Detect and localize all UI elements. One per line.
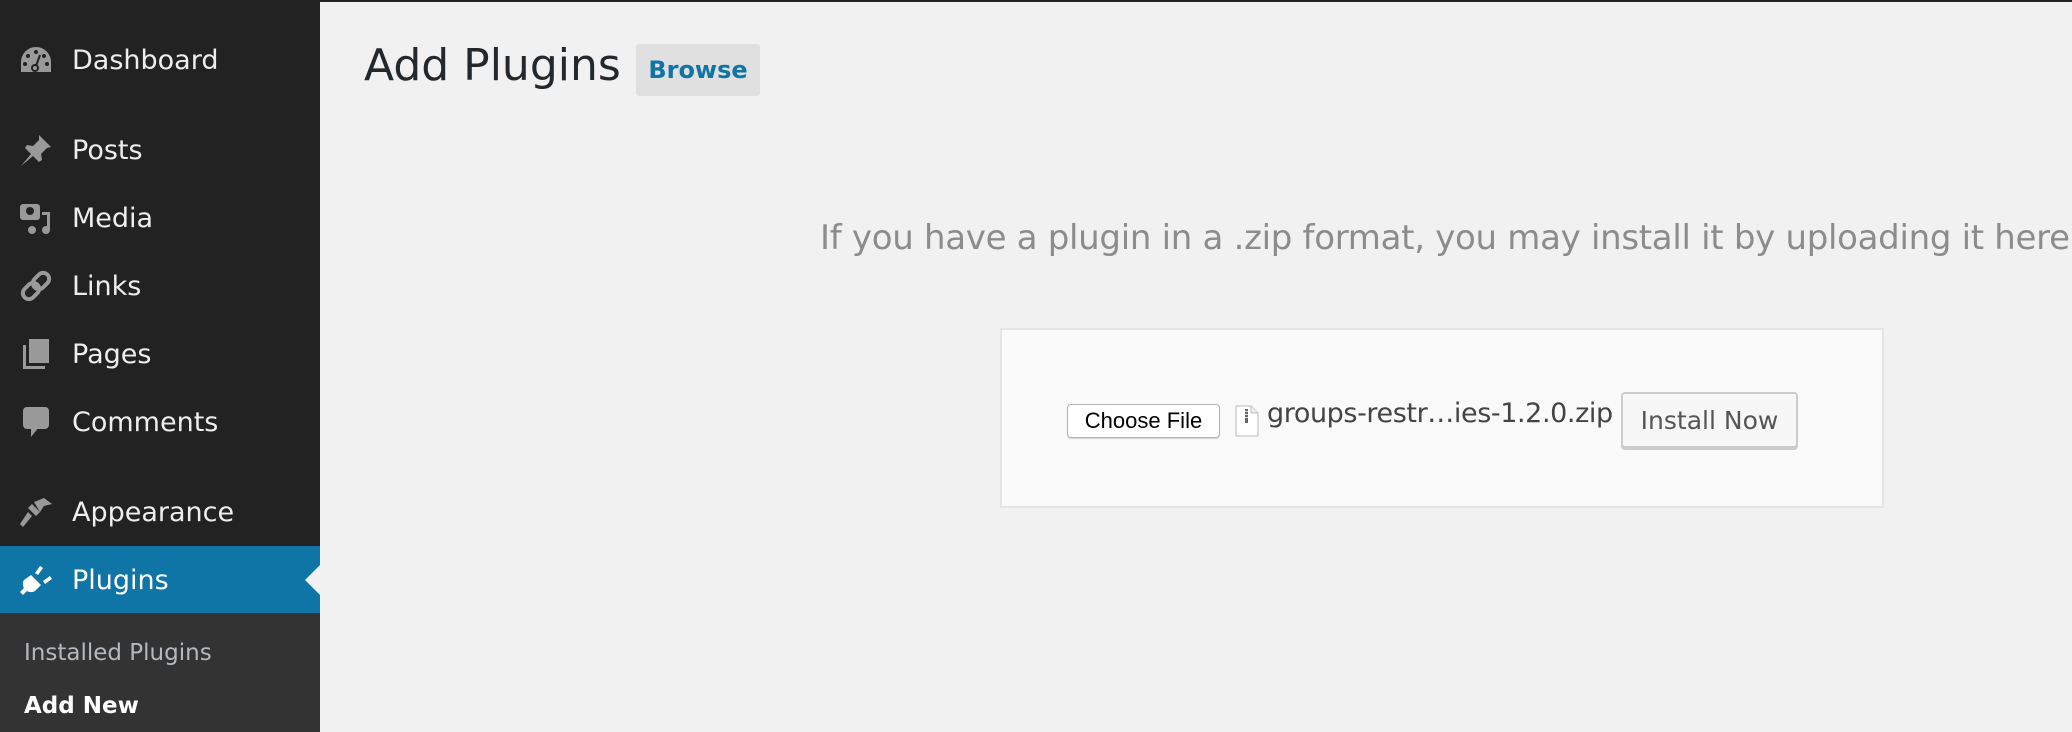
plugin-icon xyxy=(18,562,54,598)
sidebar-item-links[interactable]: Links xyxy=(0,252,320,320)
zip-file-icon xyxy=(1235,405,1259,437)
sidebar-item-plugins[interactable]: Plugins xyxy=(0,546,320,614)
dashboard-icon xyxy=(18,42,54,78)
browse-button[interactable]: Browse xyxy=(636,44,760,96)
admin-sidebar: Dashboard Posts Media Links Pages Commen… xyxy=(0,0,320,732)
install-now-button[interactable]: Install Now xyxy=(1621,392,1798,448)
sidebar-item-label: Pages xyxy=(72,338,152,370)
paintbrush-icon xyxy=(18,494,54,530)
pages-icon xyxy=(18,336,54,372)
sidebar-item-media[interactable]: Media xyxy=(0,184,320,252)
comment-icon xyxy=(18,404,54,440)
sidebar-item-posts[interactable]: Posts xyxy=(0,116,320,184)
sidebar-item-label: Dashboard xyxy=(72,44,219,76)
media-icon xyxy=(18,200,54,236)
submenu-item-add-new[interactable]: Add New xyxy=(24,693,139,719)
sidebar-item-dashboard[interactable]: Dashboard xyxy=(0,26,320,94)
plugins-submenu: Installed Plugins Add New xyxy=(0,613,320,732)
sidebar-item-label: Comments xyxy=(72,406,219,438)
choose-file-button[interactable]: Choose File xyxy=(1067,404,1220,438)
upload-help-text: If you have a plugin in a .zip format, y… xyxy=(820,218,2072,258)
selected-file-name: groups-restr…ies-1.2.0.zip xyxy=(1267,398,1613,429)
sidebar-item-label: Media xyxy=(72,202,154,234)
sidebar-item-label: Posts xyxy=(72,134,143,166)
sidebar-item-label: Plugins xyxy=(72,564,169,596)
sidebar-item-label: Appearance xyxy=(72,496,235,528)
upload-plugin-form: Choose File groups-restr…ies-1.2.0.zip I… xyxy=(1000,328,1884,508)
page-title: Add Plugins xyxy=(364,40,621,91)
sidebar-item-pages[interactable]: Pages xyxy=(0,320,320,388)
sidebar-item-appearance[interactable]: Appearance xyxy=(0,478,320,546)
sidebar-item-comments[interactable]: Comments xyxy=(0,388,320,456)
current-menu-arrow xyxy=(305,565,320,595)
pin-icon xyxy=(18,132,54,168)
submenu-item-installed-plugins[interactable]: Installed Plugins xyxy=(24,640,212,666)
link-icon xyxy=(18,268,54,304)
sidebar-item-label: Links xyxy=(72,270,142,302)
